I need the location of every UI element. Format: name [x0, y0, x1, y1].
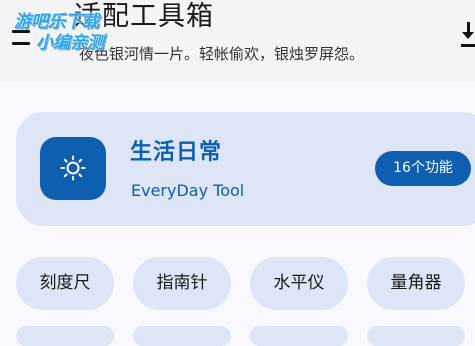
tool-chip-ruler[interactable]: 刻度尺: [16, 257, 114, 310]
tool-chip-partial[interactable]: [16, 326, 114, 346]
page-subtitle: 夜色银河情一片。轻帐偷欢，银烛罗屏怨。: [79, 45, 365, 63]
tool-chip-level[interactable]: 水平仪: [250, 257, 348, 310]
category-card-everyday[interactable]: 生活日常 EveryDay Tool 16个功能: [16, 112, 475, 226]
watermark-line-2: 小编亲测: [36, 33, 104, 53]
tool-chip-partial[interactable]: [367, 326, 465, 346]
app-header: 适配工具箱 夜色银河情一片。轻帐偷欢，银烛罗屏怨。 游吧乐下载 小编亲测: [0, 0, 475, 82]
watermark-logo: 游吧乐下载 小编亲测: [14, 12, 104, 54]
category-subtitle: EveryDay Tool: [131, 181, 245, 200]
watermark-line-1: 游吧乐下载: [14, 12, 99, 32]
category-icon-box: [40, 137, 106, 200]
tool-chip-compass[interactable]: 指南针: [133, 257, 231, 310]
category-title: 生活日常: [130, 140, 223, 165]
feature-count-badge: 16个功能: [375, 151, 471, 186]
download-icon[interactable]: [461, 22, 475, 50]
tool-chip-partial[interactable]: [133, 326, 231, 346]
tool-chip-protractor[interactable]: 量角器: [367, 257, 465, 310]
sun-icon: [60, 155, 86, 181]
tool-chip-partial[interactable]: [250, 326, 348, 346]
